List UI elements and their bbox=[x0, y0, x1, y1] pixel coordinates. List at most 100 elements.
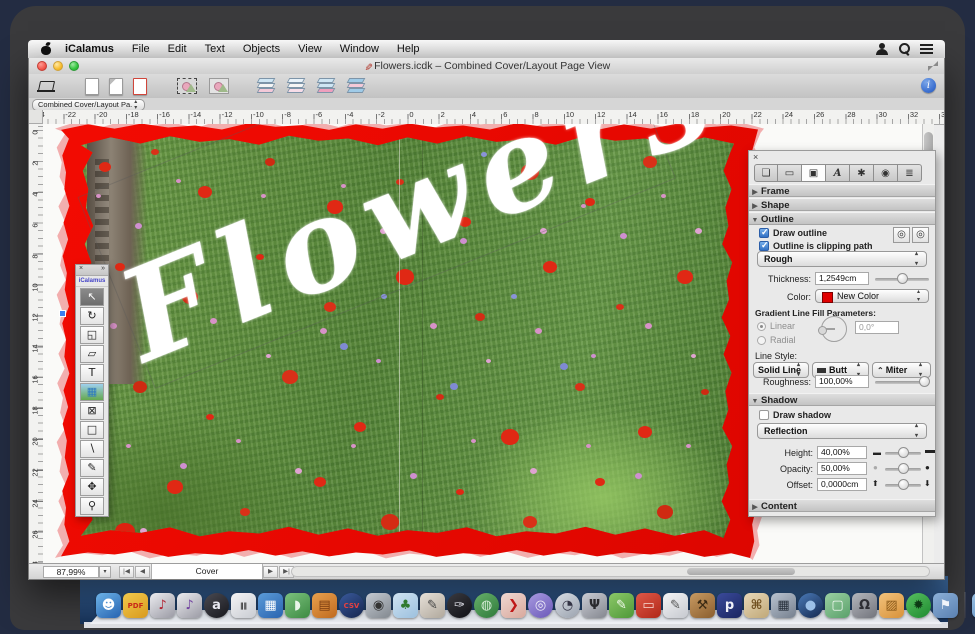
section-outline[interactable]: ▼Outline bbox=[749, 212, 935, 225]
toolbox-dock-icon[interactable]: ⚒ bbox=[690, 593, 715, 618]
cart-icon[interactable] bbox=[37, 79, 57, 93]
tab-outline[interactable]: ▣ bbox=[802, 164, 826, 182]
globe-green-dock-icon[interactable]: ◍ bbox=[474, 593, 499, 618]
tool-scale[interactable]: ◱ bbox=[80, 326, 104, 344]
menu-item-window[interactable]: Window bbox=[331, 40, 388, 58]
bring-forward-icon[interactable] bbox=[288, 78, 307, 94]
thickness-field[interactable]: 1,2549cm bbox=[815, 272, 869, 285]
bug-green-dock-icon[interactable]: ✹ bbox=[906, 593, 931, 618]
palette-collapse-icon[interactable]: » bbox=[101, 265, 105, 272]
clipping-path-checkbox[interactable]: Outline is clipping path bbox=[759, 241, 873, 251]
pdf-book-dock-icon[interactable]: PDF bbox=[123, 593, 148, 618]
previous-page-button[interactable]: ◀ bbox=[135, 566, 150, 578]
offset-field[interactable]: 0,0000cm bbox=[817, 478, 867, 491]
tree-dock-icon[interactable]: ♣ bbox=[393, 593, 418, 618]
tab-frame[interactable]: ▭ bbox=[778, 164, 802, 182]
zoom-dropdown-button[interactable]: ▾ bbox=[99, 566, 111, 578]
draw-outline-checkbox[interactable]: Draw outline bbox=[759, 228, 827, 238]
tab-image[interactable]: ◉ bbox=[874, 164, 898, 182]
menu-item-edit[interactable]: Edit bbox=[159, 40, 196, 58]
place-image-icon[interactable] bbox=[209, 78, 229, 94]
orange-folder-dock-icon[interactable]: ▨ bbox=[879, 593, 904, 618]
menu-item-app[interactable]: iCalamus bbox=[56, 40, 123, 58]
image-frame-icon[interactable] bbox=[177, 78, 197, 94]
new-document-icon[interactable] bbox=[85, 78, 99, 95]
red-ledger-dock-icon[interactable]: ▭ bbox=[636, 593, 661, 618]
section-content[interactable]: ▶Content bbox=[749, 499, 935, 512]
duplicate-page-icon[interactable] bbox=[109, 78, 123, 95]
finder-dock-icon[interactable]: ☻ bbox=[96, 593, 121, 618]
csv-ball-dock-icon[interactable]: CSV bbox=[339, 593, 364, 618]
tool-empty-frame[interactable]: ⊠ bbox=[80, 402, 104, 420]
notification-list-icon[interactable] bbox=[915, 40, 937, 58]
menu-item-text[interactable]: Text bbox=[196, 40, 234, 58]
figurine-red-dock-icon[interactable]: ♪ bbox=[150, 593, 175, 618]
tool-rectangle[interactable]: □ bbox=[80, 421, 104, 439]
palette-header[interactable]: ×» bbox=[76, 265, 108, 276]
notes-green-dock-icon[interactable]: ✎ bbox=[609, 593, 634, 618]
horizontal-scrollbar[interactable] bbox=[291, 566, 930, 577]
delete-page-icon[interactable] bbox=[133, 78, 147, 95]
dash-dropdown[interactable]: Solid Line bbox=[753, 362, 809, 378]
opacity-field[interactable]: 50,00% bbox=[817, 462, 867, 475]
menu-item-objects[interactable]: Objects bbox=[234, 40, 289, 58]
send-to-back-icon[interactable] bbox=[348, 78, 367, 94]
tool-image[interactable]: ▦ bbox=[80, 383, 104, 401]
tab-text[interactable]: A bbox=[826, 164, 850, 182]
height-slider[interactable] bbox=[885, 452, 921, 455]
height-field[interactable]: 40,00% bbox=[817, 446, 867, 459]
tool-zoom[interactable]: ⚲ bbox=[80, 497, 104, 515]
offset-slider[interactable] bbox=[885, 484, 921, 487]
window-title-bar[interactable]: ✎Flowers.icdk – Combined Cover/Layout Pa… bbox=[29, 58, 944, 75]
menu-item-help[interactable]: Help bbox=[388, 40, 429, 58]
notepad-dock-icon[interactable]: ✎ bbox=[663, 593, 688, 618]
apple-menu-icon[interactable] bbox=[40, 43, 52, 55]
inspector-close-icon[interactable]: × bbox=[753, 152, 758, 162]
search-icon[interactable] bbox=[893, 40, 915, 58]
tab-document[interactable]: ❏ bbox=[754, 164, 778, 182]
user-icon[interactable] bbox=[871, 40, 893, 58]
gargoyle-dock-icon[interactable]: Ω bbox=[852, 593, 877, 618]
color-dropdown[interactable]: New Color bbox=[815, 289, 929, 303]
tool-hand[interactable]: ✥ bbox=[80, 478, 104, 496]
bring-to-front-icon[interactable] bbox=[258, 78, 277, 94]
camera-dock-icon[interactable]: ◉ bbox=[366, 593, 391, 618]
theater-screen-dock-icon[interactable]: ▦ bbox=[771, 593, 796, 618]
tool-distort[interactable]: ▱ bbox=[80, 345, 104, 363]
roughness-slider[interactable] bbox=[875, 381, 929, 384]
flag-dock-icon[interactable]: ⚑ bbox=[933, 593, 958, 618]
menu-item-view[interactable]: View bbox=[289, 40, 331, 58]
publisher-p-dock-icon[interactable]: p bbox=[717, 593, 742, 618]
zoom-level-field[interactable]: 87,99% bbox=[43, 566, 99, 578]
section-frame[interactable]: ▶Frame bbox=[749, 184, 935, 197]
barcode-dock-icon[interactable]: ‖‖ bbox=[231, 593, 256, 618]
first-page-button[interactable]: |◀ bbox=[119, 566, 134, 578]
stopwatch-dock-icon[interactable]: ◔ bbox=[555, 593, 580, 618]
roughness-field[interactable]: 100,00% bbox=[815, 375, 869, 388]
draw-shadow-checkbox[interactable]: Draw shadow bbox=[759, 410, 831, 420]
tab-color[interactable]: ✱ bbox=[850, 164, 874, 182]
blue-sphere-dock-icon[interactable]: ● bbox=[798, 593, 823, 618]
a-circle-dock-icon[interactable]: a bbox=[204, 593, 229, 618]
qr-code-dock-icon[interactable]: ▦ bbox=[258, 593, 283, 618]
microphone-dock-icon[interactable]: Ψ bbox=[582, 593, 607, 618]
target-button-1[interactable]: ◎ bbox=[893, 227, 910, 243]
opacity-slider[interactable] bbox=[885, 468, 921, 471]
fullscreen-icon[interactable] bbox=[928, 61, 938, 71]
purple-globe-dock-icon[interactable]: ◎ bbox=[528, 593, 553, 618]
next-page-button[interactable]: ▶ bbox=[263, 566, 278, 578]
shadow-mode-dropdown[interactable]: Reflection bbox=[757, 423, 927, 439]
figurine-purple-dock-icon[interactable]: ♪ bbox=[177, 593, 202, 618]
outline-style-dropdown[interactable]: Rough bbox=[757, 251, 927, 267]
gradient-angle-field[interactable]: 0,0° bbox=[855, 321, 899, 334]
tool-rotate[interactable]: ↻ bbox=[80, 307, 104, 325]
green-display-dock-icon[interactable]: ▢ bbox=[825, 593, 850, 618]
section-shape[interactable]: ▶Shape bbox=[749, 198, 935, 211]
ink-circle-dock-icon[interactable]: ✑ bbox=[447, 593, 472, 618]
tool-line[interactable]: ∖ bbox=[80, 440, 104, 458]
books-dock-icon[interactable]: ▤ bbox=[312, 593, 337, 618]
send-backward-icon[interactable] bbox=[318, 78, 337, 94]
target-button-2[interactable]: ◎ bbox=[912, 227, 929, 243]
selection-handle-left[interactable] bbox=[59, 310, 66, 317]
tape-dispenser-dock-icon[interactable]: ◗ bbox=[285, 593, 310, 618]
